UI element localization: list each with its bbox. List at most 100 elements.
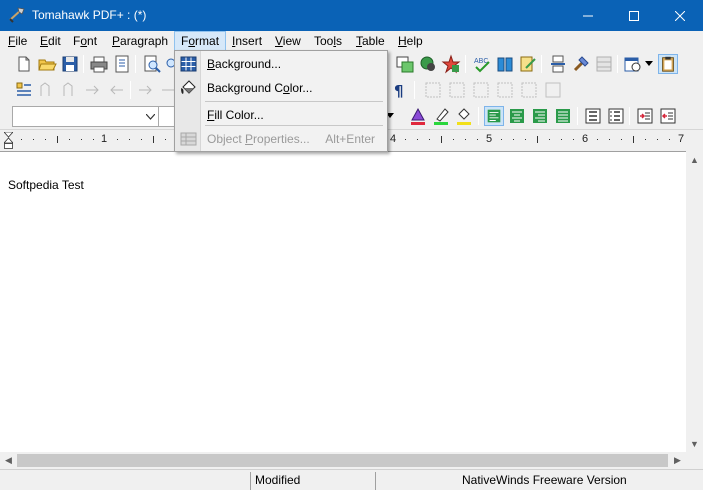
ruler-tick <box>465 139 466 140</box>
ruler-tick <box>129 139 130 140</box>
insert-image-icon[interactable] <box>395 54 415 74</box>
ruler-tick <box>609 139 610 140</box>
ruler-tick <box>141 139 142 140</box>
print-icon[interactable] <box>89 54 109 74</box>
move-disabled-icon-1 <box>139 85 152 95</box>
close-button[interactable] <box>657 0 703 31</box>
table-disabled-icon-5 <box>521 82 537 98</box>
toolbar-separator <box>414 81 415 99</box>
spell-check-icon[interactable]: ABC <box>472 54 492 74</box>
menu-paragraph-label: aragraph <box>120 34 169 48</box>
dropdown-arrow-icon[interactable] <box>645 61 653 67</box>
maximize-icon <box>629 10 639 21</box>
highlight-pen-icon[interactable] <box>431 106 451 126</box>
ruler-tick <box>441 136 442 143</box>
scroll-down-button[interactable]: ▼ <box>686 435 703 452</box>
scroll-left-button[interactable]: ◀ <box>0 452 17 469</box>
ruler-tick <box>537 136 538 143</box>
ruler-number: 7 <box>678 133 685 145</box>
pilcrow-icon[interactable]: ¶ <box>390 80 410 100</box>
menu-tools[interactable]: Tools <box>308 31 348 51</box>
ruler-number: 4 <box>390 133 397 145</box>
ruler-number: 5 <box>486 133 493 145</box>
menu-item-fill-color[interactable]: Fill Color... <box>177 104 385 126</box>
document-editor[interactable]: Softpedia Test <box>0 151 686 452</box>
print-preview-icon[interactable] <box>112 54 132 74</box>
ruler-tick <box>549 139 550 140</box>
tomahawk-app-icon[interactable] <box>8 7 26 23</box>
ruler-tick <box>525 139 526 140</box>
menu-item-background[interactable]: Background... <box>177 53 385 75</box>
indent-marker-icon[interactable] <box>4 132 13 149</box>
menu-format[interactable]: Format <box>174 31 227 51</box>
page-break-icon[interactable] <box>548 54 568 74</box>
horizontal-scrollbar[interactable]: ◀ ▶ <box>0 452 686 469</box>
open-folder-icon[interactable] <box>37 54 57 74</box>
menu-item-background-color[interactable]: Background Color... <box>177 77 385 99</box>
align-right-icon[interactable] <box>530 106 550 126</box>
status-bar: Modified NativeWinds Freeware Version <box>0 469 703 490</box>
new-document-icon[interactable] <box>14 54 34 74</box>
insert-symbol-icon[interactable] <box>441 54 461 74</box>
ruler-tick <box>453 139 454 140</box>
menu-font[interactable]: Font <box>67 31 103 51</box>
insert-date-icon[interactable] <box>623 54 643 74</box>
menu-view[interactable]: View <box>269 31 307 51</box>
svg-text:¶: ¶ <box>394 82 404 100</box>
minimize-button[interactable] <box>565 0 611 31</box>
horizontal-scroll-thumb[interactable] <box>17 454 668 467</box>
format-painter-icon[interactable] <box>571 54 591 74</box>
ruler-tick <box>33 139 34 140</box>
ruler-tick <box>117 139 118 140</box>
align-center-icon[interactable] <box>507 106 527 126</box>
menu-edit[interactable]: Edit <box>34 31 67 51</box>
scroll-up-arrow-icon: ▲ <box>690 154 699 165</box>
ruler-tick <box>93 139 94 140</box>
thesaurus-book-icon[interactable] <box>495 54 515 74</box>
menu-table[interactable]: Table <box>350 31 391 51</box>
ruler-tick <box>21 139 22 140</box>
align-disabled-icon-1 <box>40 82 50 96</box>
vertical-scrollbar[interactable]: ▲ ▼ <box>686 151 703 452</box>
scroll-up-button[interactable]: ▲ <box>686 151 703 168</box>
find-icon[interactable] <box>142 54 162 74</box>
maximize-button[interactable] <box>611 0 657 31</box>
status-modified: Modified <box>250 472 375 490</box>
scroll-down-arrow-icon: ▼ <box>690 438 699 449</box>
clipboard-paste-icon[interactable] <box>658 54 678 74</box>
menu-table-label: able <box>362 34 385 48</box>
save-disk-icon[interactable] <box>60 54 80 74</box>
menu-paragraph[interactable]: Paragraph <box>106 31 174 51</box>
align-left-icon[interactable] <box>484 106 504 126</box>
fill-bucket-icon[interactable] <box>454 106 474 126</box>
font-name-dropdown-button[interactable] <box>143 108 157 125</box>
menu-file[interactable]: File <box>2 31 33 51</box>
menu-insert[interactable]: Insert <box>226 31 268 51</box>
insert-object-icon[interactable] <box>418 54 438 74</box>
menu-help[interactable]: Help <box>392 31 429 51</box>
bullet-list-icon[interactable] <box>583 106 603 126</box>
text-color-icon[interactable] <box>408 106 428 126</box>
toolbar-separator <box>135 55 136 73</box>
menu-tools-label: s <box>336 34 343 48</box>
decrease-indent-icon[interactable] <box>658 106 678 126</box>
menu-help-label: elp <box>406 34 423 48</box>
menu-item-object-properties: Object Properties... Alt+Enter <box>177 128 385 150</box>
ruler-tick <box>57 136 58 143</box>
scroll-right-button[interactable]: ▶ <box>669 452 686 469</box>
numbered-list-icon[interactable] <box>606 106 626 126</box>
font-name-combo[interactable] <box>12 106 160 127</box>
toolbar-separator <box>617 55 618 73</box>
title-bar: Tomahawk PDF+ : (*) <box>0 0 703 31</box>
menu-tools-label-pre: Too <box>314 34 334 48</box>
document-text[interactable]: Softpedia Test <box>8 178 84 192</box>
justify-icon[interactable] <box>553 106 573 126</box>
format-menu-dropdown: Background... Background Color... Fill C… <box>174 50 388 152</box>
paragraph-list-icon[interactable] <box>14 80 34 100</box>
color-bucket-icon <box>181 80 196 94</box>
increase-indent-icon[interactable] <box>635 106 655 126</box>
table-disabled-icon-4 <box>497 82 513 98</box>
menu-separator <box>205 101 383 102</box>
edit-notes-icon[interactable] <box>518 54 538 74</box>
toolbar-separator <box>83 55 84 73</box>
